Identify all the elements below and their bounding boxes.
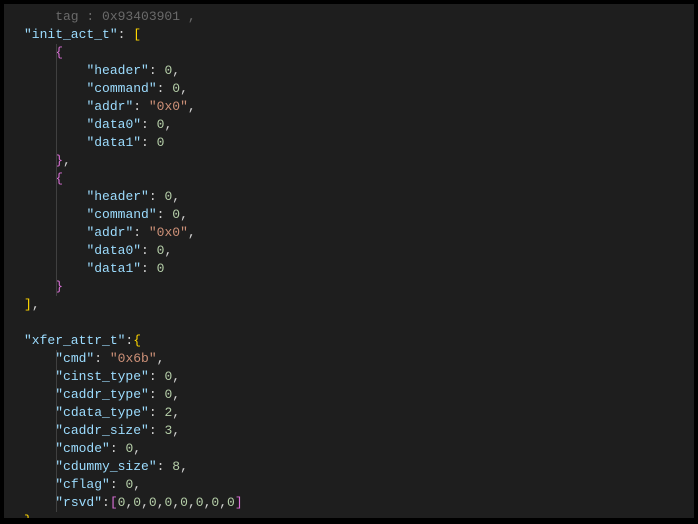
code-line: "cmode": 0, — [24, 440, 694, 458]
code-editor[interactable]: tag : 0x93403901 , "init_act_t": [ { "he… — [2, 2, 696, 520]
code-line: "cmd": "0x6b", — [24, 350, 694, 368]
code-line: "cflag": 0, — [24, 476, 694, 494]
code-line: "cdummy_size": 8, — [24, 458, 694, 476]
code-line: "command": 0, — [24, 206, 694, 224]
json-key: "rsvd" — [55, 495, 102, 510]
code-line: "header": 0, — [24, 62, 694, 80]
code-line: "caddr_type": 0, — [24, 386, 694, 404]
json-value: 0 — [157, 135, 165, 150]
code-line: }, — [24, 512, 694, 520]
json-key: "init_act_t" — [24, 27, 118, 42]
json-value: "0x6b" — [110, 351, 157, 366]
json-key: "header" — [86, 189, 148, 204]
code-line: "data1": 0 — [24, 134, 694, 152]
json-key: "data1" — [86, 135, 141, 150]
json-key: "addr" — [86, 225, 133, 240]
json-key: "cinst_type" — [55, 369, 149, 384]
code-line: "addr": "0x0", — [24, 224, 694, 242]
code-line: "data1": 0 — [24, 260, 694, 278]
json-value: "0x0" — [149, 99, 188, 114]
code-line: "cdata_type": 2, — [24, 404, 694, 422]
json-key: "xfer_attr_t" — [24, 333, 125, 348]
code-line: "caddr_size": 3, — [24, 422, 694, 440]
code-line: "init_act_t": [ — [24, 26, 694, 44]
json-key: "data0" — [86, 117, 141, 132]
code-line: } — [24, 278, 694, 296]
json-value: 0 — [172, 81, 180, 96]
code-line: "rsvd":[0,0,0,0,0,0,0,0] — [24, 494, 694, 512]
json-key: "header" — [86, 63, 148, 78]
json-value: 0 — [172, 207, 180, 222]
code-line: "header": 0, — [24, 188, 694, 206]
code-line: ], — [24, 296, 694, 314]
json-value: 0 — [157, 261, 165, 276]
json-key: "data0" — [86, 243, 141, 258]
json-key: "caddr_size" — [55, 423, 149, 438]
json-key: "caddr_type" — [55, 387, 149, 402]
json-key: "cmode" — [55, 441, 110, 456]
code-line: "data0": 0, — [24, 242, 694, 260]
code-line: tag : 0x93403901 , — [24, 8, 694, 26]
json-value: "0x0" — [149, 225, 188, 240]
code-line: "xfer_attr_t":{ — [24, 332, 694, 350]
code-line: { — [24, 44, 694, 62]
code-line: "cinst_type": 0, — [24, 368, 694, 386]
json-key: "command" — [86, 81, 156, 96]
code-line: }, — [24, 152, 694, 170]
json-key: "cmd" — [55, 351, 94, 366]
json-key: "cdata_type" — [55, 405, 149, 420]
json-key: "data1" — [86, 261, 141, 276]
json-key: "addr" — [86, 99, 133, 114]
code-line: "addr": "0x0", — [24, 98, 694, 116]
truncated-text: tag : 0x93403901 , — [24, 9, 196, 24]
json-value: 8 — [172, 459, 180, 474]
json-key: "cflag" — [55, 477, 110, 492]
json-key: "cdummy_size" — [55, 459, 156, 474]
json-key: "command" — [86, 207, 156, 222]
code-line: "data0": 0, — [24, 116, 694, 134]
code-line: { — [24, 170, 694, 188]
code-line — [24, 314, 694, 332]
code-line: "command": 0, — [24, 80, 694, 98]
